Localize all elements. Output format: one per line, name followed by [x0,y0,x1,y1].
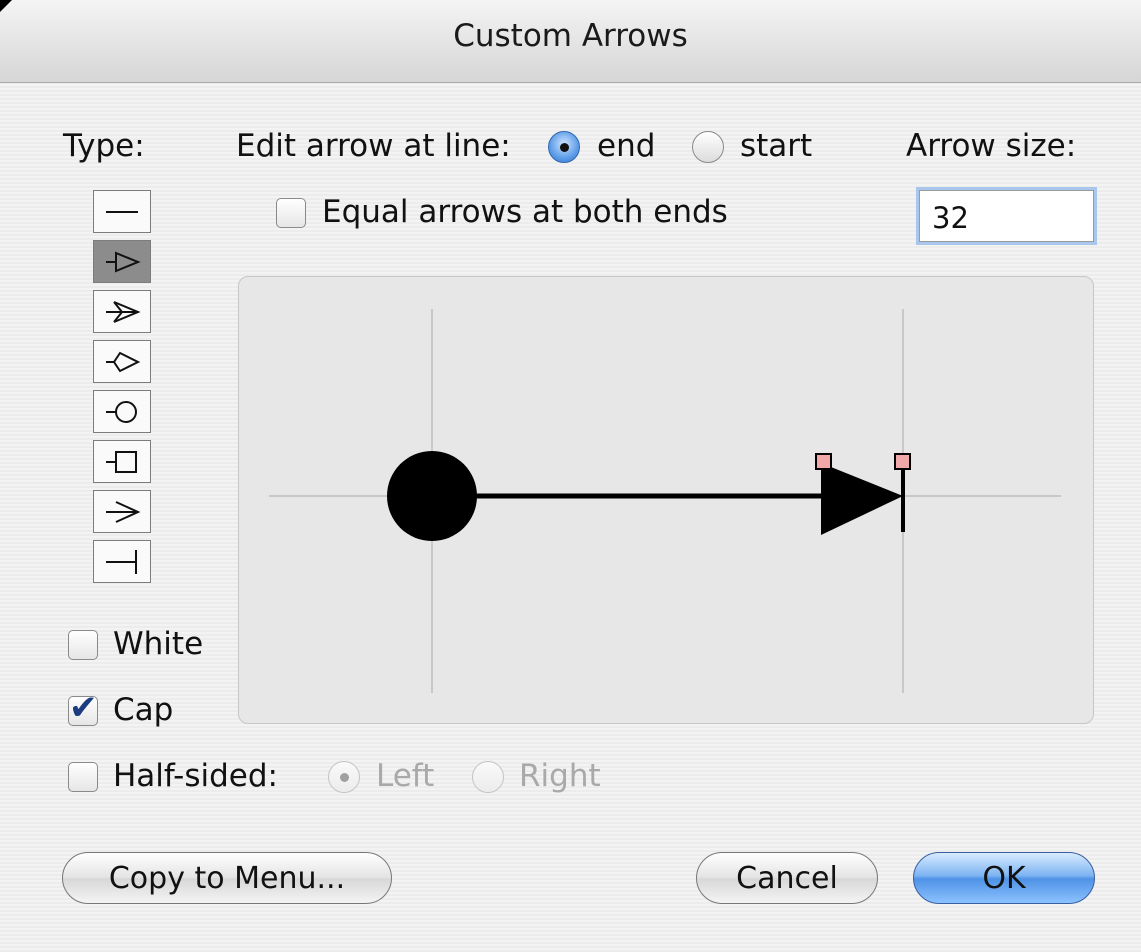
half-sided-checkbox[interactable] [68,762,98,792]
end-radio-label[interactable]: end [597,128,655,164]
line-icon [106,210,138,213]
bar-icon [106,549,137,574]
start-radio[interactable] [692,131,724,163]
equal-arrows-label[interactable]: Equal arrows at both ends [322,194,728,230]
type-bar-button[interactable] [93,540,151,583]
type-v-arrow-button[interactable] [93,490,151,533]
cancel-button[interactable]: Cancel [696,852,878,904]
title-bar: Custom Arrows [0,0,1141,83]
pointed-shape-icon [106,351,141,372]
type-line-button[interactable] [93,190,151,233]
right-radio[interactable] [472,761,504,793]
square-icon [106,450,137,473]
cap-label[interactable]: Cap [113,692,173,728]
start-circle-head [387,451,477,541]
arrow-size-input[interactable]: 32 [919,190,1094,242]
type-pointed-shape-button[interactable] [93,340,151,383]
triangle-arrow-icon [106,251,141,272]
arrow-preview-canvas [269,309,1061,693]
window-corner [0,0,12,12]
checkmark-icon: ✔ [69,688,98,728]
v-arrow-icon [106,500,141,523]
type-label: Type: [63,128,145,164]
ok-button[interactable]: OK [913,852,1095,904]
arrow-preview-panel [238,276,1094,724]
left-radio[interactable] [328,761,360,793]
arrow-size-label: Arrow size: [906,128,1077,164]
type-square-button[interactable] [93,440,151,483]
end-triangle-head [821,463,903,535]
arrow-tip-handle[interactable] [894,453,911,470]
cap-checkbox[interactable]: ✔ [68,691,98,726]
edit-arrow-label: Edit arrow at line: [236,128,511,164]
start-radio-label[interactable]: start [740,128,812,164]
equal-arrows-checkbox[interactable] [276,198,306,228]
window-title: Custom Arrows [453,18,688,54]
arrow-type-list [93,190,153,590]
white-label[interactable]: White [113,626,203,662]
circle-icon [106,400,137,423]
type-open-arrow-button[interactable] [93,290,151,333]
open-arrow-icon [106,300,141,323]
type-circle-button[interactable] [93,390,151,433]
right-radio-label[interactable]: Right [519,758,601,794]
copy-to-menu-button[interactable]: Copy to Menu... [62,852,392,904]
end-radio[interactable] [548,131,580,163]
left-radio-label[interactable]: Left [376,758,434,794]
arrow-width-handle[interactable] [815,453,832,470]
white-checkbox[interactable] [68,630,98,660]
half-sided-label[interactable]: Half-sided: [113,758,278,794]
type-triangle-arrow-button[interactable] [93,240,151,283]
